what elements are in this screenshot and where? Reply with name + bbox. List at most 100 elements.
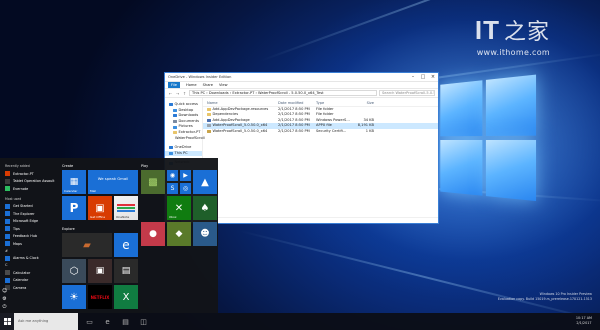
explorer-title-bar[interactable]: OneDrive - Windows Insider Edition – □ × bbox=[165, 73, 438, 82]
folder-icon bbox=[173, 131, 177, 134]
tile-photos[interactable]: ▲ bbox=[193, 170, 217, 194]
file-explorer-taskbar-icon[interactable]: ▤ bbox=[120, 316, 131, 327]
tile-mail[interactable]: We speak Gmail Mail bbox=[88, 170, 138, 194]
tile-photo-app[interactable]: ▣ bbox=[88, 259, 112, 283]
forward-arrow-icon[interactable]: → bbox=[175, 91, 180, 96]
tile-small-b[interactable]: ▶ bbox=[180, 170, 191, 181]
watermark: IT 之家 www.ithome.com bbox=[475, 14, 550, 57]
tile-weather[interactable]: ☀ bbox=[62, 285, 86, 309]
tile-colorful-app[interactable]: OneNote bbox=[114, 196, 138, 220]
app-item[interactable]: Feedback Hub bbox=[2, 233, 56, 241]
store-taskbar-icon[interactable]: ◫ bbox=[138, 316, 149, 327]
search-input[interactable]: Search WaterProofScroll-5.0.50.0_x64_Tes… bbox=[379, 90, 435, 96]
start-button[interactable] bbox=[0, 313, 14, 330]
app-item[interactable]: Camera bbox=[2, 284, 56, 292]
tile-small-c[interactable]: S bbox=[167, 183, 178, 194]
address-path[interactable]: This PC › Downloads › Extractor-PT › Wat… bbox=[189, 90, 377, 96]
tile-store-hero[interactable]: ▰ bbox=[62, 233, 112, 257]
app-item[interactable]: Alarms & Clock bbox=[2, 255, 56, 263]
tile-hexagon-app[interactable]: ⬡ bbox=[62, 259, 86, 283]
up-arrow-icon[interactable]: ↑ bbox=[182, 91, 187, 96]
alarm-icon bbox=[5, 256, 10, 261]
photos-icon: ▲ bbox=[193, 170, 217, 194]
watermark-logo: IT 之家 bbox=[475, 14, 550, 46]
sun-icon: ☀ bbox=[62, 285, 86, 309]
folder-icon bbox=[207, 108, 211, 111]
taskbar-search-box[interactable]: Ask me anything bbox=[14, 313, 78, 330]
start-rail: ☺ ⚙ ⏻ bbox=[0, 286, 10, 313]
groove-icon: ◉ bbox=[167, 170, 178, 181]
file-row[interactable]: WaterProofScroll_5.0.50.0_x64 2/1/2017 8… bbox=[203, 129, 438, 135]
tile-get-office[interactable]: ▣ Get Office bbox=[88, 196, 112, 220]
tile-candy-crush[interactable]: ● bbox=[141, 222, 165, 246]
download-icon bbox=[173, 114, 177, 117]
app-item[interactable]: Extractor-PT bbox=[2, 170, 56, 178]
app-item[interactable]: Microsoft Edge bbox=[2, 218, 56, 226]
tile-edge[interactable]: e bbox=[114, 233, 138, 257]
edge-taskbar-icon[interactable]: e bbox=[102, 316, 113, 327]
tile-solitaire[interactable]: ♠ bbox=[193, 196, 217, 220]
windows-icon bbox=[4, 318, 11, 325]
column-type[interactable]: Type bbox=[316, 101, 354, 106]
back-arrow-icon[interactable]: ← bbox=[168, 91, 173, 96]
app-item[interactable]: Maps bbox=[2, 240, 56, 248]
tile-minecraft[interactable]: ▩ bbox=[141, 170, 165, 194]
tile-netflix[interactable]: NETFLIX bbox=[88, 285, 112, 309]
column-date[interactable]: Date modified bbox=[278, 101, 316, 106]
excel-icon: X bbox=[114, 285, 138, 309]
tab-share[interactable]: Share bbox=[203, 83, 213, 87]
section-most-used: Most used bbox=[5, 197, 56, 201]
user-icon[interactable]: ☺ bbox=[2, 289, 7, 294]
tile-small-a[interactable]: ◉ bbox=[167, 170, 178, 181]
app-item[interactable]: Calculator bbox=[2, 269, 56, 277]
store-art-icon: ▰ bbox=[62, 233, 112, 257]
minimize-button[interactable]: – bbox=[408, 73, 418, 82]
tile-pandora[interactable]: P bbox=[62, 196, 86, 220]
taskbar: Ask me anything ▭ e ▤ ◫ 10:17 AM 2/1/201… bbox=[0, 313, 600, 330]
windows-logo-wallpaper bbox=[440, 74, 538, 205]
photo-icon: ▣ bbox=[88, 259, 112, 283]
address-bar-row: ← → ↑ This PC › Downloads › Extractor-PT… bbox=[165, 89, 438, 98]
letter-header[interactable]: C bbox=[2, 262, 56, 269]
tile-calendar[interactable]: ▦ Calendar bbox=[62, 170, 86, 194]
settings-icon[interactable]: ⚙ bbox=[2, 297, 7, 302]
tile-small-d[interactable]: ◎ bbox=[180, 183, 191, 194]
evernote-icon bbox=[5, 186, 10, 191]
section-recently-added: Recently added bbox=[5, 164, 56, 168]
group-label-create: Create bbox=[62, 164, 73, 168]
group-label-explore: Explore bbox=[62, 227, 75, 231]
power-icon[interactable]: ⏻ bbox=[2, 305, 7, 310]
tile-media-app[interactable]: ▤ bbox=[114, 259, 138, 283]
column-name[interactable]: Name bbox=[203, 101, 278, 106]
task-view-icon[interactable]: ▭ bbox=[84, 316, 95, 327]
app-item[interactable]: Calendar bbox=[2, 277, 56, 285]
app-item[interactable]: Get Started bbox=[2, 203, 56, 211]
clock[interactable]: 10:17 AM 2/1/2017 bbox=[576, 316, 592, 326]
ribbon-tabs: File Home Share View bbox=[165, 82, 438, 89]
tile-game[interactable]: ◆ bbox=[167, 222, 191, 246]
tab-view[interactable]: View bbox=[219, 83, 228, 87]
close-button[interactable]: × bbox=[428, 73, 438, 82]
app-item[interactable]: The Explorer bbox=[2, 210, 56, 218]
tile-xbox[interactable]: ✕ Xbox bbox=[167, 196, 191, 220]
watermark-url: www.ithome.com bbox=[475, 48, 550, 57]
column-size[interactable]: Size bbox=[354, 101, 374, 106]
maximize-button[interactable]: □ bbox=[418, 73, 428, 82]
app-item[interactable]: Tablet Operation Assault bbox=[2, 178, 56, 186]
cards-icon: ♠ bbox=[193, 196, 217, 220]
window-title: OneDrive - Windows Insider Edition bbox=[168, 75, 408, 79]
app-icon bbox=[5, 179, 10, 184]
letter-header[interactable]: # bbox=[2, 248, 56, 255]
start-menu: Recently added Extractor-PT Tablet Opera… bbox=[0, 158, 218, 313]
tab-file[interactable]: File bbox=[168, 82, 180, 88]
star-icon bbox=[169, 103, 173, 106]
app-item[interactable]: Evernote bbox=[2, 185, 56, 193]
file-list: Name Date modified Type Size Add-AppDevP… bbox=[203, 98, 438, 216]
candy-icon: ● bbox=[141, 222, 165, 246]
tips-icon bbox=[5, 226, 10, 231]
desktop-icon bbox=[173, 109, 177, 112]
app-item[interactable]: Tips bbox=[2, 225, 56, 233]
tab-home[interactable]: Home bbox=[186, 83, 197, 87]
tile-game-2[interactable]: ☻ bbox=[193, 222, 217, 246]
tile-excel[interactable]: X bbox=[114, 285, 138, 309]
